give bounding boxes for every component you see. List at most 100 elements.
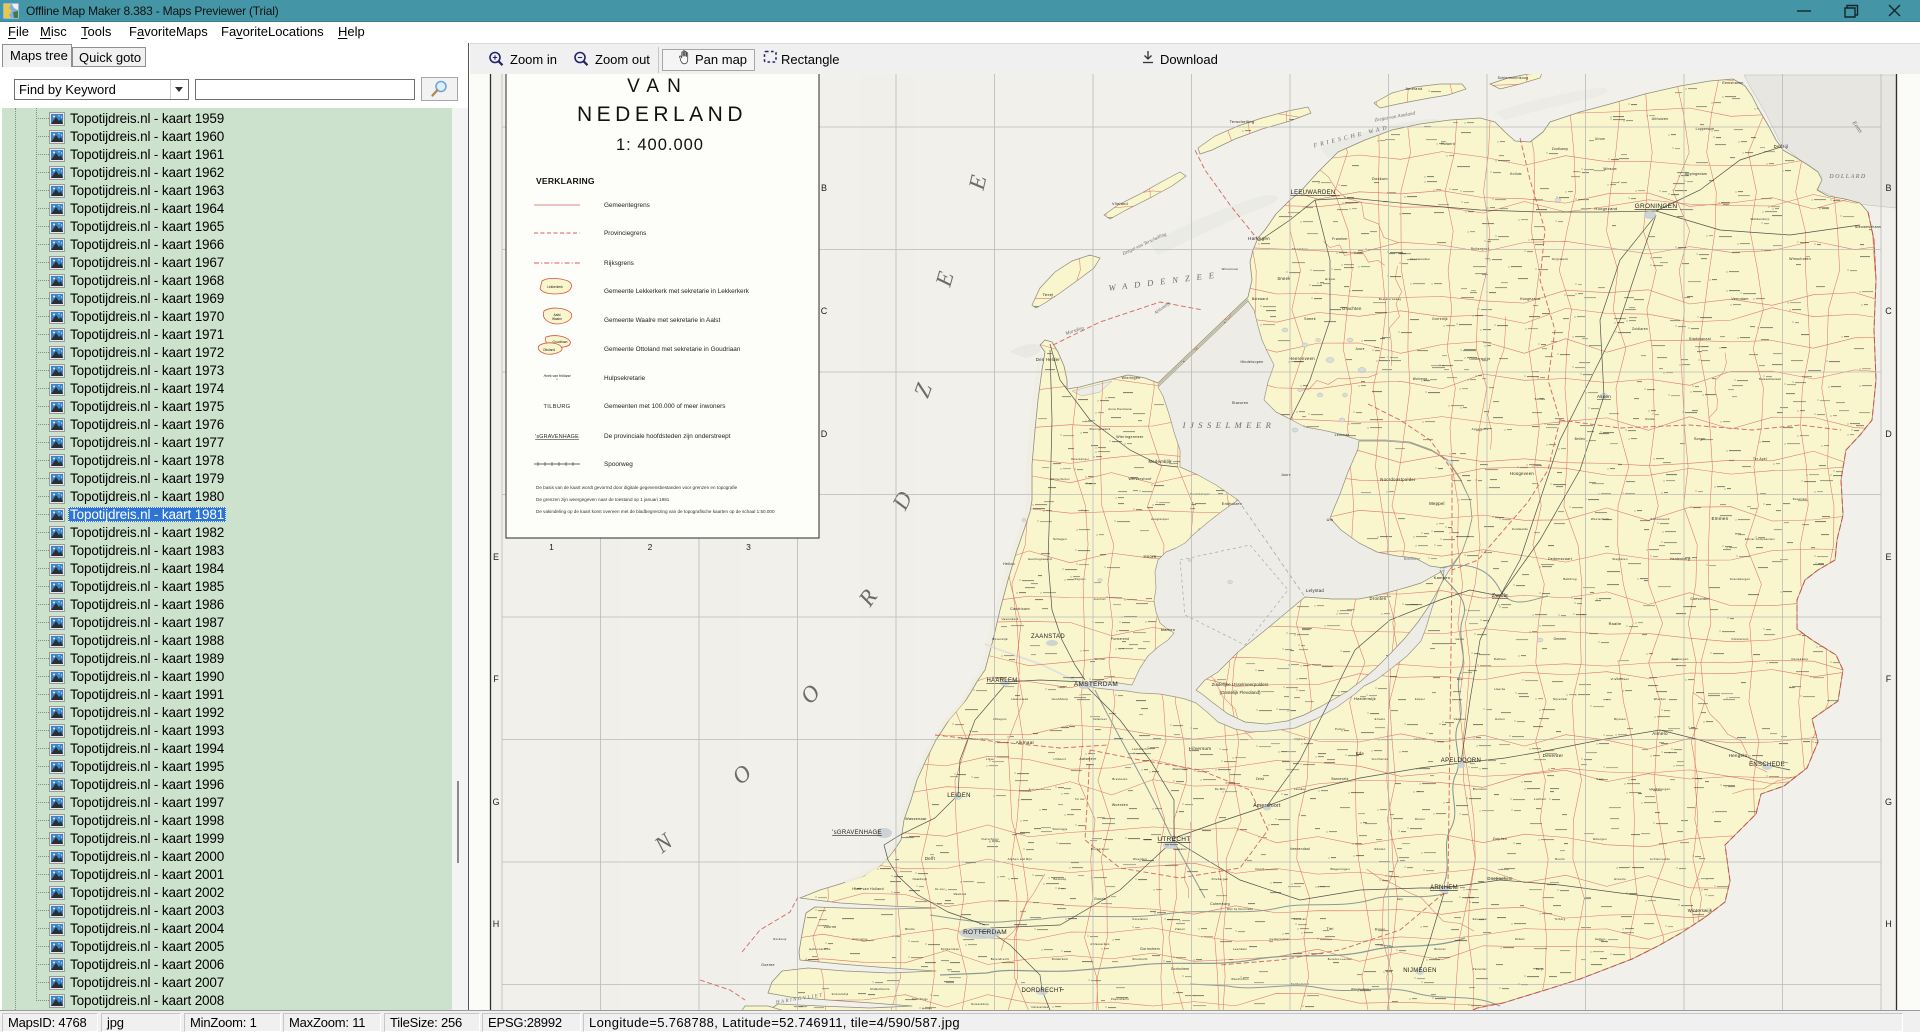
svg-text:Bodegraven: Bodegraven xyxy=(1091,847,1109,851)
svg-text:Pannerden: Pannerden xyxy=(1473,968,1488,971)
svg-text:Grijpskerk: Grijpskerk xyxy=(1552,257,1569,261)
svg-text:Lichtenvoorde: Lichtenvoorde xyxy=(1650,857,1670,861)
svg-text:Wolvega: Wolvega xyxy=(1413,377,1427,381)
svg-text:F: F xyxy=(1886,674,1892,684)
svg-text:Hoogeveen: Hoogeveen xyxy=(1510,471,1534,476)
svg-text:Eemshaven: Eemshaven xyxy=(1722,81,1743,85)
svg-text:Brummen: Brummen xyxy=(1473,787,1487,791)
svg-text:E: E xyxy=(493,552,499,562)
svg-text:Numansdorp: Numansdorp xyxy=(971,1002,989,1006)
svg-text:B: B xyxy=(1885,183,1891,193)
svg-text:Lemmer: Lemmer xyxy=(1335,433,1350,437)
svg-text:Rolde: Rolde xyxy=(1645,417,1654,421)
svg-text:Woudrichem: Woudrichem xyxy=(1231,977,1249,981)
svg-text:Winsum: Winsum xyxy=(1603,167,1616,171)
svg-text:Appingedam: Appingedam xyxy=(1685,172,1707,176)
svg-text:Terborg: Terborg xyxy=(1555,917,1566,921)
svg-text:Haaksbergen: Haaksbergen xyxy=(1649,787,1670,791)
svg-text:Woerden: Woerden xyxy=(1133,857,1147,861)
svg-text:Hillegom: Hillegom xyxy=(993,717,1007,721)
svg-text:Delft: Delft xyxy=(925,856,936,861)
svg-text:Zuidwolde: Zuidwolde xyxy=(1512,527,1528,531)
svg-text:Warmenhuizen: Warmenhuizen xyxy=(1050,478,1070,481)
svg-text:Gemeentegrens: Gemeentegrens xyxy=(604,202,650,209)
svg-text:Dalfsen: Dalfsen xyxy=(1494,657,1506,661)
svg-text:Heerhugowaard: Heerhugowaard xyxy=(1028,557,1052,561)
svg-text:Woubrugge: Woubrugge xyxy=(1052,828,1067,831)
svg-text:Boskoop: Boskoop xyxy=(1054,877,1067,881)
svg-text:Ketelmeer: Ketelmeer xyxy=(1403,556,1421,561)
svg-text:Alphen a/d Rijn: Alphen a/d Rijn xyxy=(1008,857,1033,861)
svg-text:Wageningen: Wageningen xyxy=(1330,867,1350,871)
svg-text:DOLLARD: DOLLARD xyxy=(1828,174,1867,180)
svg-text:ROTTERDAM: ROTTERDAM xyxy=(963,929,1007,936)
svg-text:Lisse: Lisse xyxy=(986,757,994,761)
svg-text:Wieringermeer: Wieringermeer xyxy=(1116,435,1144,439)
svg-text:C: C xyxy=(1885,306,1892,316)
svg-text:VAN: VAN xyxy=(627,76,689,97)
svg-text:Bemmel: Bemmel xyxy=(1434,947,1445,951)
svg-text:Beneden-Leeuwen: Beneden-Leeuwen xyxy=(1328,958,1353,961)
svg-text:Noordoostpolder: Noordoostpolder xyxy=(1380,477,1416,482)
svg-text:Coevorden: Coevorden xyxy=(1690,597,1709,601)
svg-text:Grouw: Grouw xyxy=(1325,277,1336,281)
svg-text:Woldendorp: Woldendorp xyxy=(1750,217,1769,221)
svg-text:De grenzen zijn weergegeven na: De grenzen zijn weergegeven naar de toes… xyxy=(536,497,670,502)
svg-text:Zoutkamp: Zoutkamp xyxy=(1552,147,1569,151)
svg-text:Joure: Joure xyxy=(1355,347,1364,351)
svg-text:Wormer: Wormer xyxy=(1095,657,1106,661)
svg-text:Eibergen: Eibergen xyxy=(1593,837,1607,841)
svg-text:Velp: Velp xyxy=(1397,897,1404,901)
svg-text:Nieuweschans: Nieuweschans xyxy=(1855,225,1881,229)
svg-text:ARNHEM: ARNHEM xyxy=(1430,885,1458,891)
svg-text:Harmelen: Harmelen xyxy=(1173,847,1187,851)
svg-text:Assen: Assen xyxy=(1597,394,1611,399)
svg-text:Rijssen: Rijssen xyxy=(1614,717,1626,721)
svg-text:Middelharnis: Middelharnis xyxy=(870,987,890,991)
svg-text:Oosterwolde: Oosterwolde xyxy=(1469,357,1490,361)
svg-text:Beilen: Beilen xyxy=(1575,437,1586,441)
svg-text:Wieringen: Wieringen xyxy=(1122,376,1141,380)
svg-text:Hoofddorp: Hoofddorp xyxy=(1052,697,1069,701)
svg-text:Enkhuizen: Enkhuizen xyxy=(1222,502,1242,506)
svg-text:ZAANSTAD: ZAANSTAD xyxy=(1031,634,1065,640)
svg-text:Zeist: Zeist xyxy=(1256,777,1264,781)
svg-text:Gemeente Ottoland met sekretar: Gemeente Ottoland met sekretarie in Goud… xyxy=(604,346,741,353)
svg-text:Doetinchem: Doetinchem xyxy=(1487,876,1513,881)
svg-text:Lelystad: Lelystad xyxy=(1306,588,1324,593)
svg-text:Slagharen: Slagharen xyxy=(1612,557,1628,561)
svg-text:Zutphen: Zutphen xyxy=(1493,837,1508,841)
svg-text:Drachten: Drachten xyxy=(1342,306,1362,311)
svg-text:Emmen: Emmen xyxy=(1711,516,1728,521)
svg-text:Aalsmeer: Aalsmeer xyxy=(1079,757,1097,761)
svg-text:Menaldum: Menaldum xyxy=(1292,247,1308,251)
svg-text:Leerdam: Leerdam xyxy=(1233,947,1247,951)
svg-text:De provinciale hoofdsteden zij: De provinciale hoofdsteden zijn onderstr… xyxy=(604,433,731,440)
svg-text:Bergh: Bergh xyxy=(1536,967,1545,971)
svg-text:Harenkarspel: Harenkarspel xyxy=(1071,458,1089,461)
svg-text:Goeree: Goeree xyxy=(761,963,774,967)
svg-text:De Lier: De Lier xyxy=(935,888,945,891)
svg-text:Hoogezand: Hoogezand xyxy=(1520,297,1540,301)
svg-text:Barneveld: Barneveld xyxy=(1331,777,1348,781)
svg-text:Dronten: Dronten xyxy=(1370,596,1387,601)
svg-text:Barendrecht: Barendrecht xyxy=(991,957,1010,961)
svg-text:Winterswijk: Winterswijk xyxy=(1688,908,1713,913)
svg-text:Uithoorn: Uithoorn xyxy=(1054,757,1067,761)
svg-text:Lochem: Lochem xyxy=(1534,797,1547,801)
svg-text:Sneek: Sneek xyxy=(1304,317,1316,321)
svg-text:DORDRECHT: DORDRECHT xyxy=(1021,988,1062,994)
svg-text:Oostvoorne: Oostvoorne xyxy=(852,938,868,941)
svg-text:G: G xyxy=(492,797,499,807)
svg-text:2: 2 xyxy=(648,542,653,552)
svg-text:Holwerd: Holwerd xyxy=(1441,142,1455,146)
svg-text:Goor: Goor xyxy=(1596,777,1603,781)
svg-text:Voorschoten: Voorschoten xyxy=(981,837,999,841)
svg-text:Wierden: Wierden xyxy=(1654,697,1667,701)
svg-text:Naaldwijk: Naaldwijk xyxy=(913,877,928,881)
svg-text:Roswinkel: Roswinkel xyxy=(1793,497,1808,501)
svg-text:Loppersum: Loppersum xyxy=(1696,127,1715,131)
svg-text:Sneek: Sneek xyxy=(1277,276,1291,281)
svg-text:Papendrecht: Papendrecht xyxy=(1111,997,1129,1001)
svg-text:Hindeloopen: Hindeloopen xyxy=(1241,360,1264,364)
